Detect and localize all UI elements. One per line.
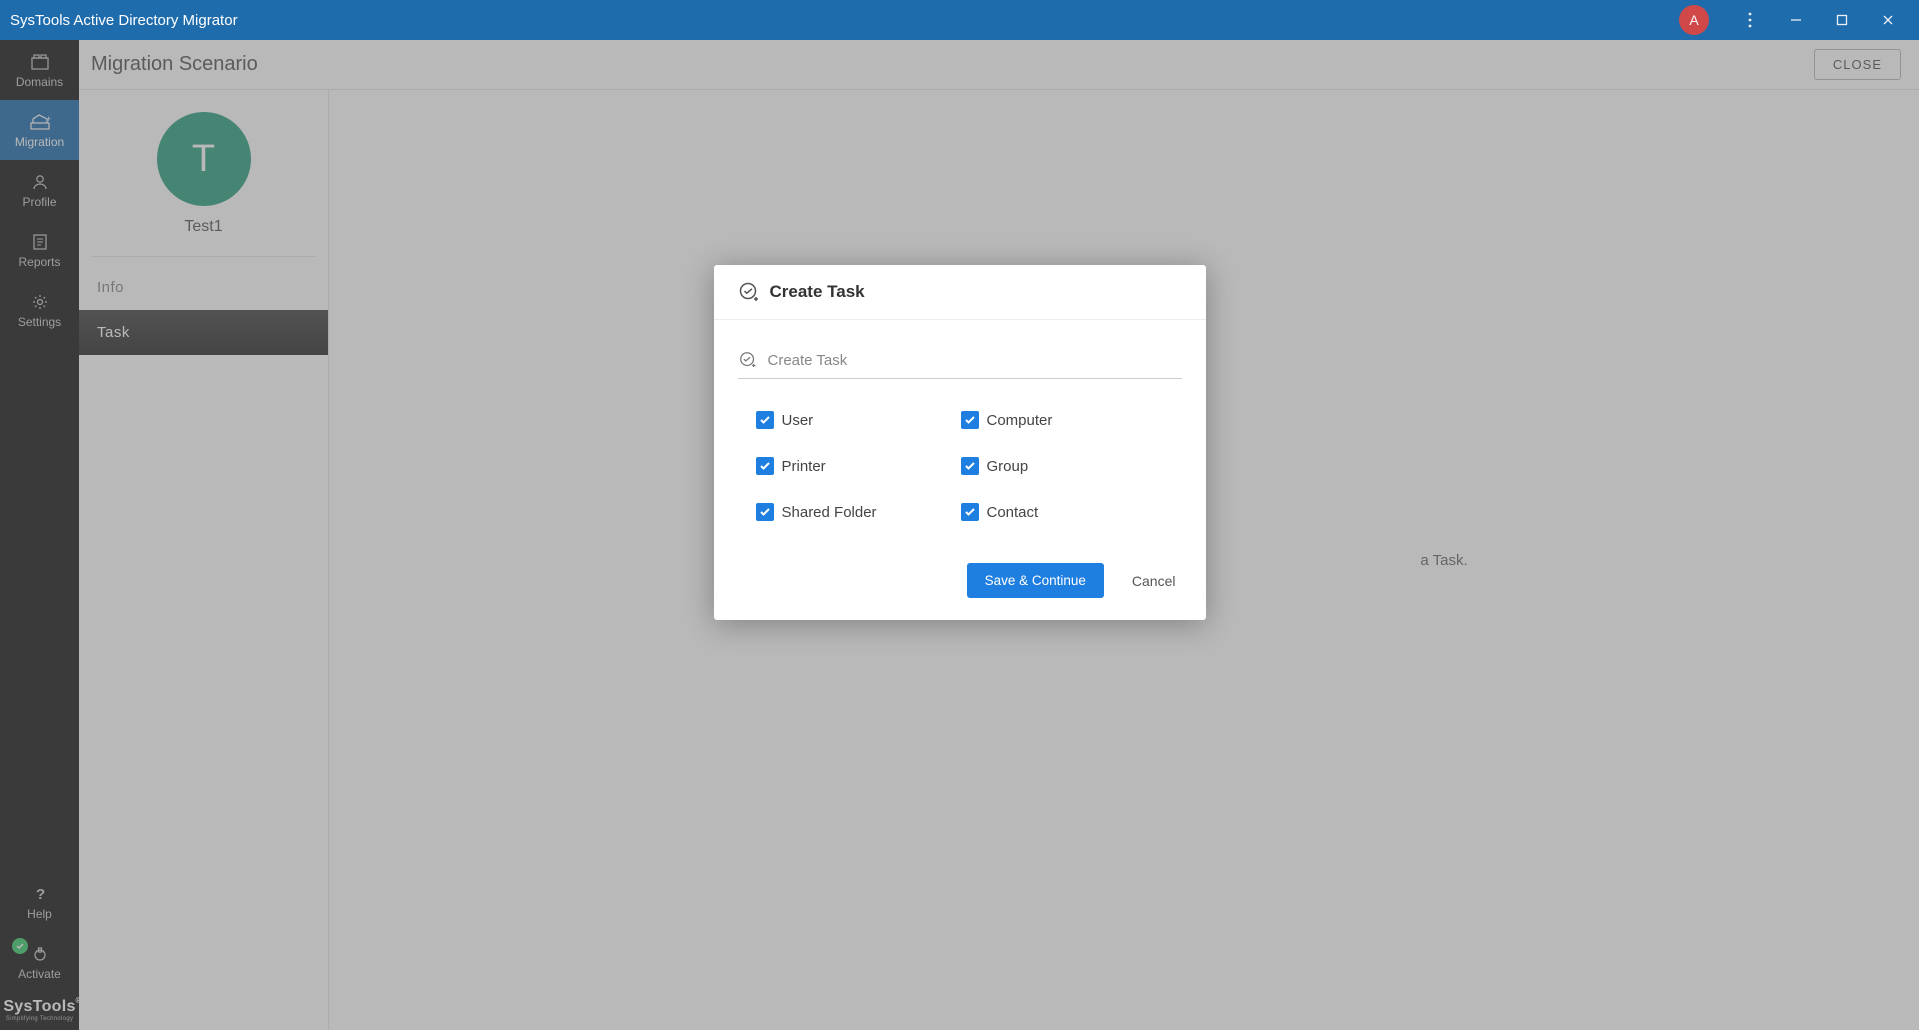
- checkbox-user[interactable]: User: [756, 411, 959, 429]
- create-task-modal: Create Task User Computer: [714, 265, 1206, 620]
- checkbox-label: Computer: [987, 412, 1053, 429]
- modal-overlay[interactable]: Create Task User Computer: [0, 40, 1919, 1030]
- checkbox-contact[interactable]: Contact: [961, 503, 1164, 521]
- checkbox-box: [756, 503, 774, 521]
- user-avatar-initial: A: [1689, 12, 1698, 28]
- user-avatar[interactable]: A: [1679, 5, 1709, 35]
- check-icon: [759, 460, 771, 472]
- create-task-input-icon: [738, 350, 758, 370]
- check-icon: [964, 414, 976, 426]
- checkbox-label: Printer: [782, 458, 826, 475]
- check-icon: [759, 414, 771, 426]
- maximize-button[interactable]: [1819, 0, 1865, 40]
- close-window-button[interactable]: [1865, 0, 1911, 40]
- checkbox-group[interactable]: Group: [961, 457, 1164, 475]
- task-options-grid: User Computer Printer Group: [738, 405, 1182, 531]
- checkbox-box: [961, 457, 979, 475]
- minimize-icon: [1789, 13, 1803, 27]
- checkbox-label: User: [782, 412, 814, 429]
- titlebar-controls: A: [1679, 0, 1911, 40]
- minimize-button[interactable]: [1773, 0, 1819, 40]
- check-icon: [964, 506, 976, 518]
- checkbox-computer[interactable]: Computer: [961, 411, 1164, 429]
- save-continue-button[interactable]: Save & Continue: [967, 563, 1104, 598]
- kebab-menu-button[interactable]: [1727, 0, 1773, 40]
- check-icon: [759, 506, 771, 518]
- maximize-icon: [1835, 13, 1849, 27]
- kebab-icon: [1743, 12, 1757, 28]
- checkbox-box: [756, 457, 774, 475]
- modal-body: User Computer Printer Group: [714, 320, 1206, 541]
- checkbox-box: [756, 411, 774, 429]
- checkbox-label: Group: [987, 458, 1029, 475]
- checkbox-label: Shared Folder: [782, 504, 877, 521]
- modal-title: Create Task: [770, 282, 865, 302]
- checkbox-shared-folder[interactable]: Shared Folder: [756, 503, 959, 521]
- task-name-input[interactable]: [768, 352, 1182, 369]
- titlebar: SysTools Active Directory Migrator A: [0, 0, 1919, 40]
- app-title: SysTools Active Directory Migrator: [8, 12, 238, 29]
- cancel-button[interactable]: Cancel: [1132, 573, 1176, 589]
- check-icon: [964, 460, 976, 472]
- create-task-icon: [738, 281, 760, 303]
- checkbox-label: Contact: [987, 504, 1039, 521]
- close-icon: [1881, 13, 1895, 27]
- modal-header: Create Task: [714, 265, 1206, 320]
- checkbox-box: [961, 411, 979, 429]
- modal-footer: Save & Continue Cancel: [714, 541, 1206, 620]
- task-name-field[interactable]: [738, 346, 1182, 379]
- checkbox-box: [961, 503, 979, 521]
- checkbox-printer[interactable]: Printer: [756, 457, 959, 475]
